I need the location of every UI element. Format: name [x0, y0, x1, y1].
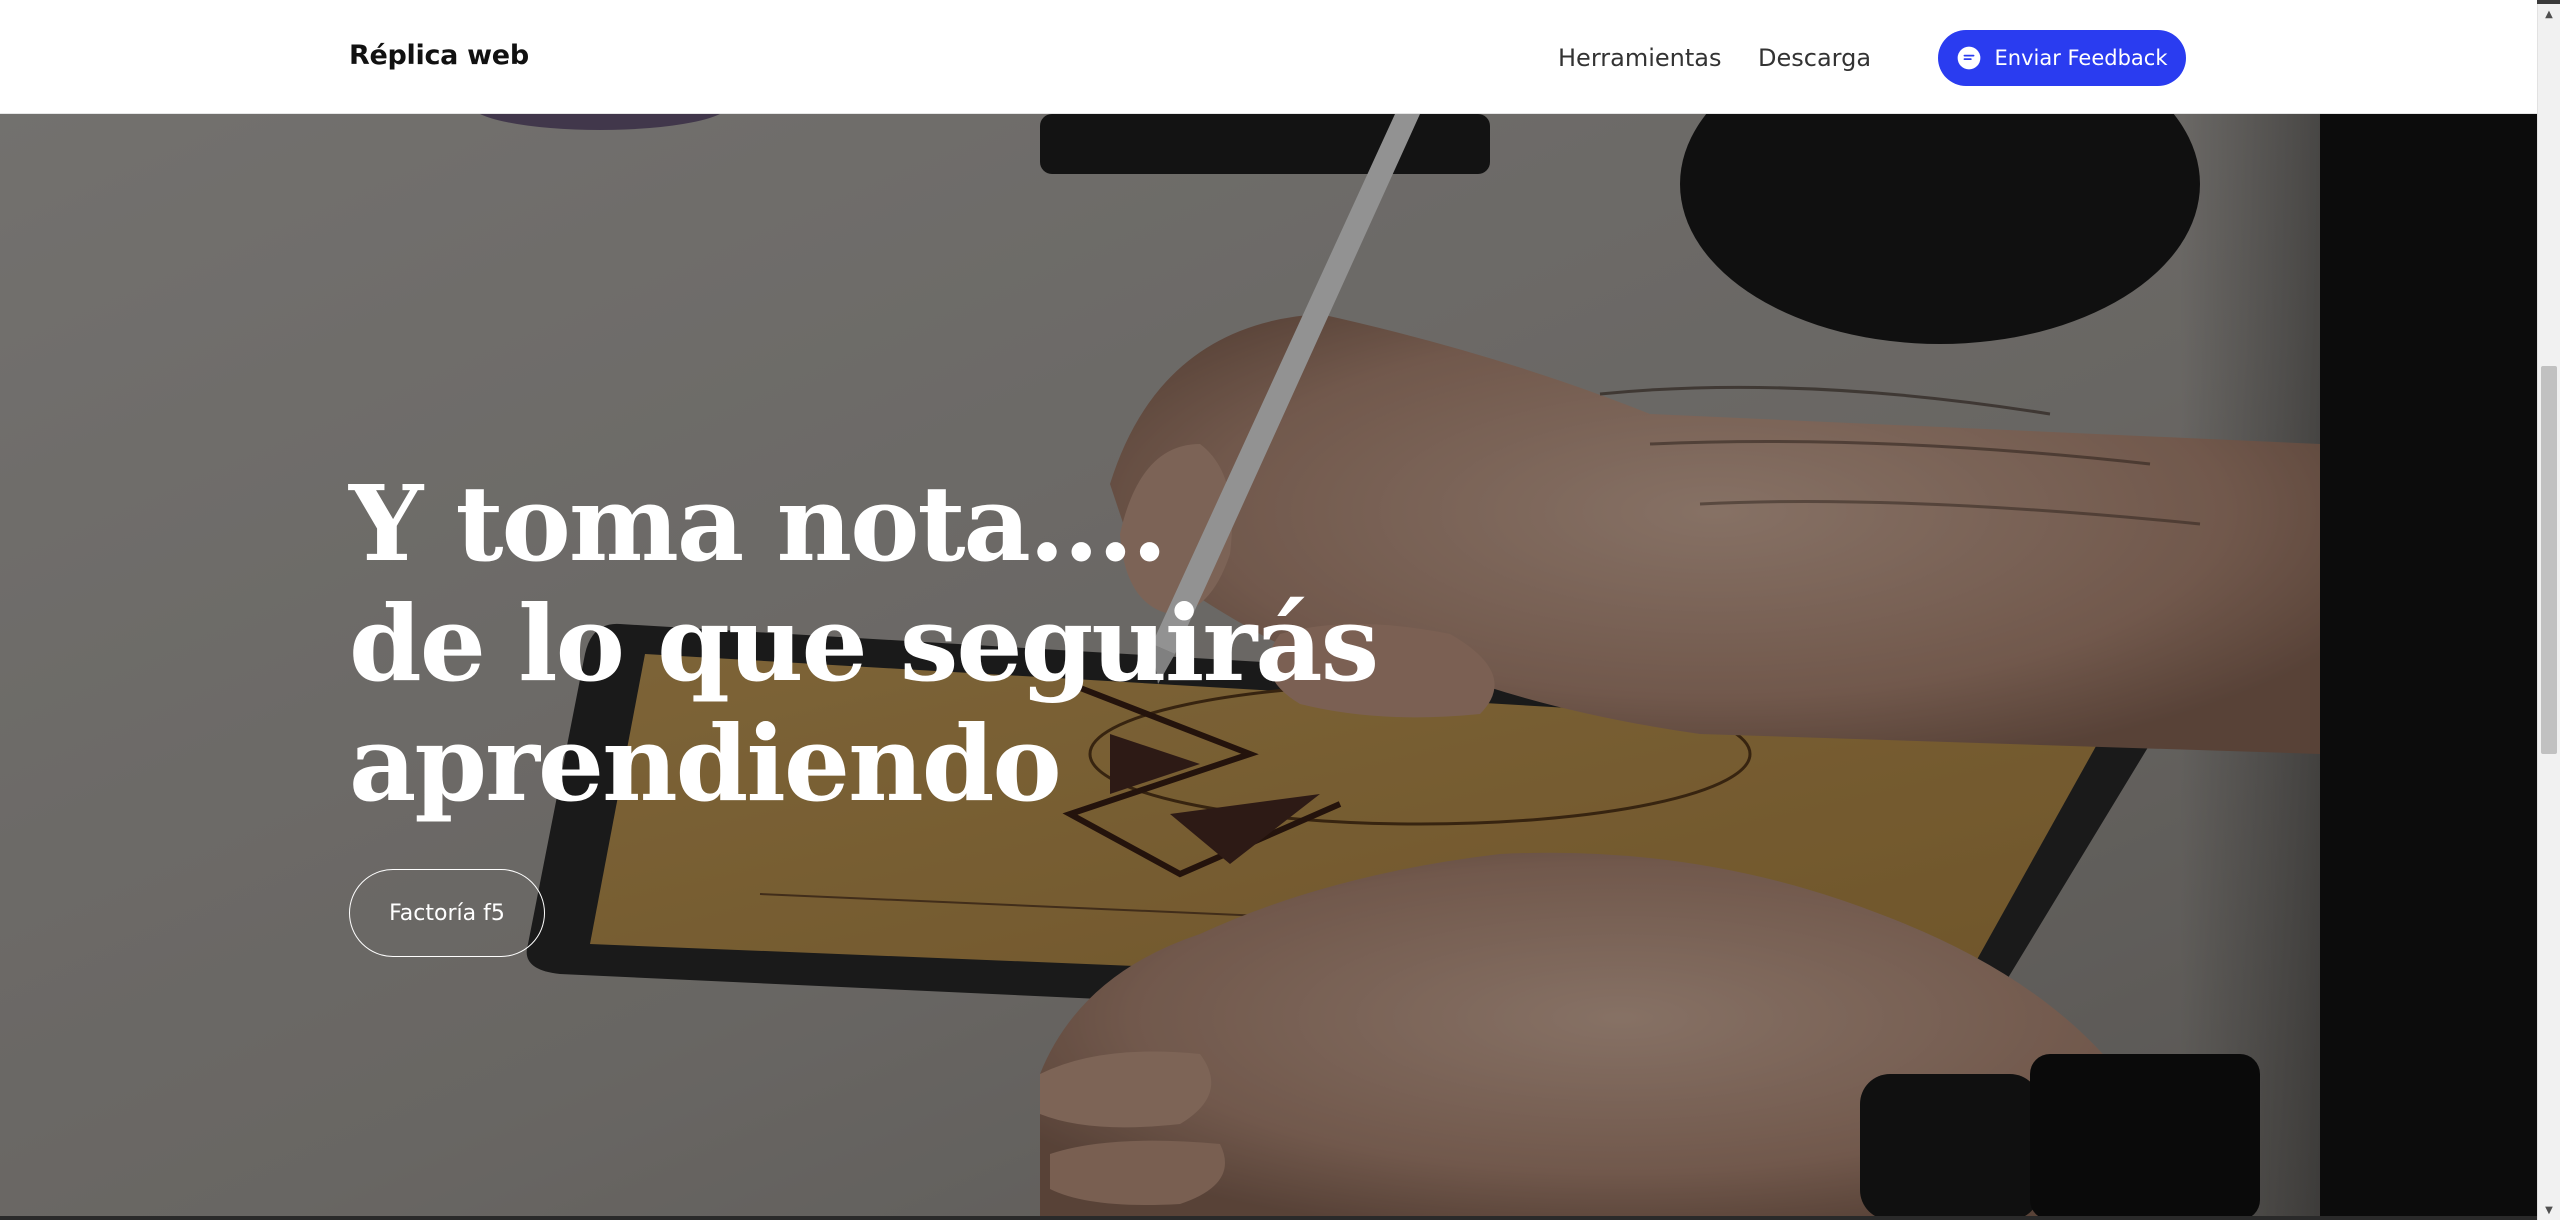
hero-title-line-1: Y toma nota.... [349, 462, 1168, 585]
page-viewport: Réplica web Herramientas Descarga Enviar… [0, 0, 2537, 1220]
factoria-f5-button[interactable]: Factoría f5 [349, 869, 545, 957]
hero-title-line-3: aprendiendo [349, 702, 1062, 825]
hero-section: Y toma nota.... de lo que seguirás apren… [0, 114, 2537, 1220]
chat-bubble-icon [1958, 46, 1981, 70]
navbar: Réplica web Herramientas Descarga Enviar… [0, 4, 2537, 114]
chevron-down-icon[interactable]: ▼ [2538, 1200, 2560, 1220]
vertical-scrollbar[interactable]: ▲ ▼ [2537, 4, 2560, 1220]
scrollbar-thumb[interactable] [2541, 366, 2557, 754]
send-feedback-label: Enviar Feedback [1994, 46, 2168, 70]
browser-bottom-edge [0, 1216, 2537, 1220]
hero-title: Y toma nota.... de lo que seguirás apren… [349, 462, 1379, 825]
chevron-up-icon[interactable]: ▲ [2538, 4, 2560, 24]
brand-logo[interactable]: Réplica web [349, 40, 529, 71]
nav-link-descarga[interactable]: Descarga [1758, 44, 1871, 72]
send-feedback-button[interactable]: Enviar Feedback [1938, 30, 2186, 86]
hero-title-line-2: de lo que seguirás [349, 582, 1379, 705]
nav-link-herramientas[interactable]: Herramientas [1558, 44, 1721, 72]
